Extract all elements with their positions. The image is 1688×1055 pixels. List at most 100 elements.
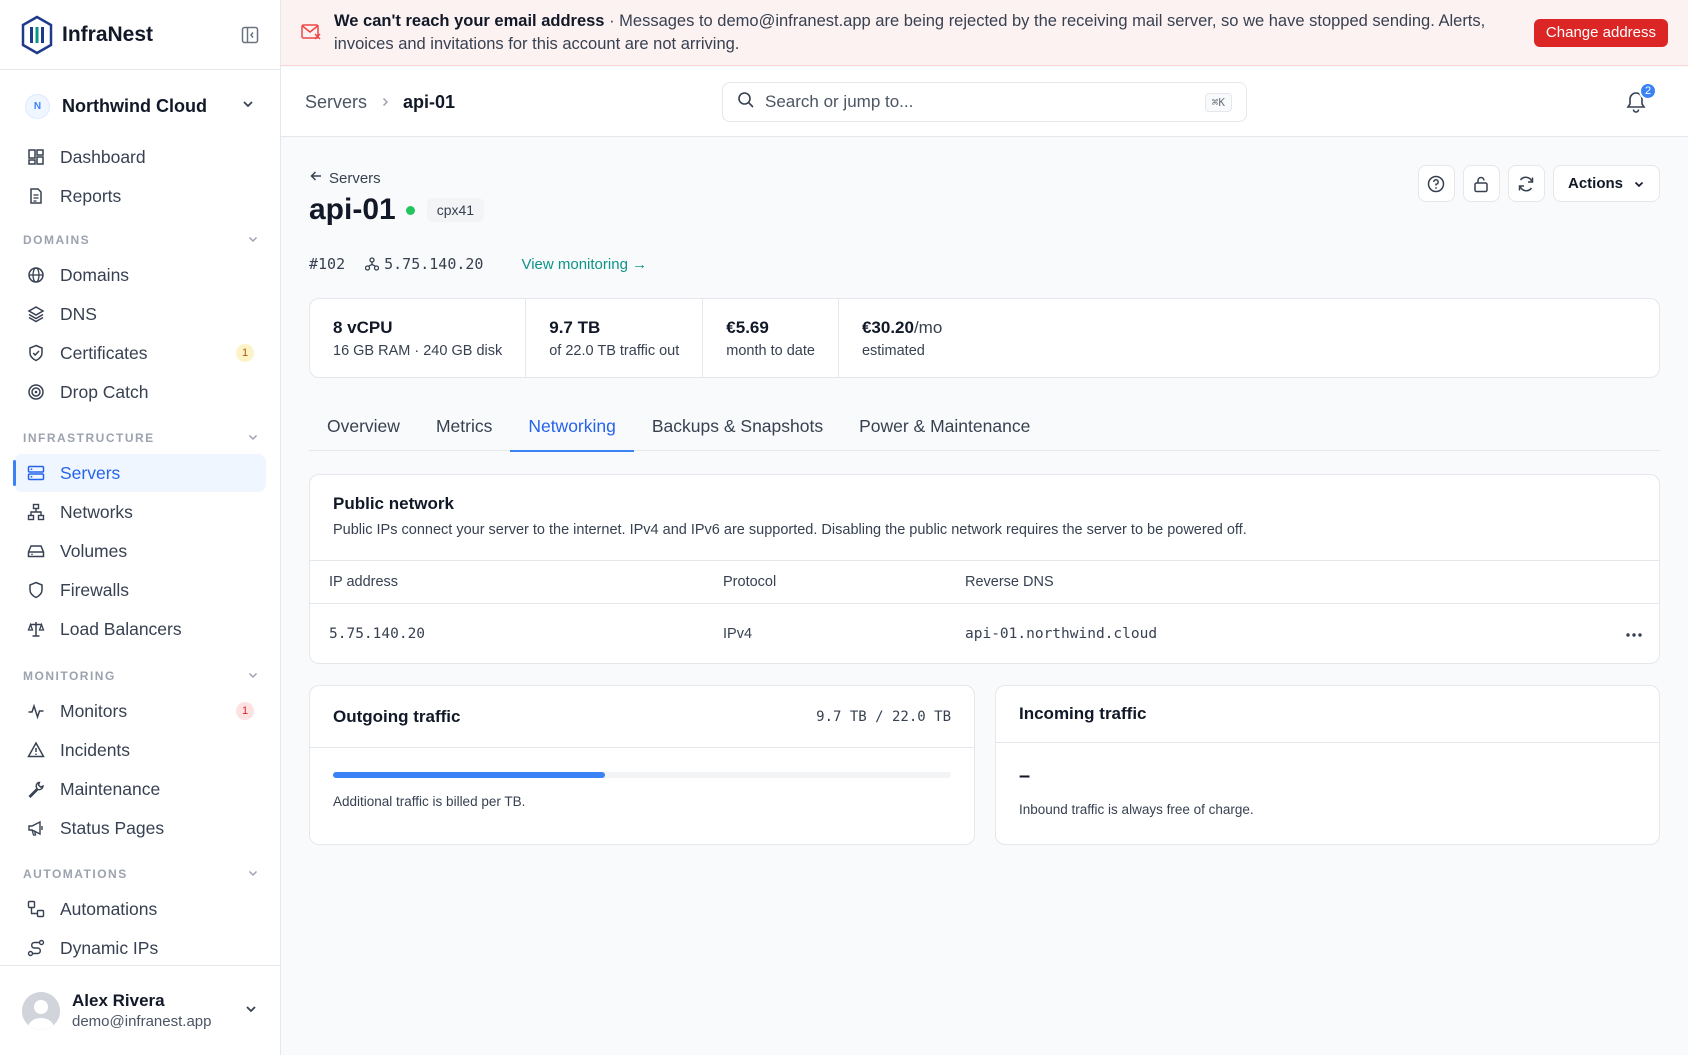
traffic-progress-bar <box>333 772 951 778</box>
app-name: InfraNest <box>62 22 154 46</box>
card-title: Outgoing traffic <box>333 706 461 726</box>
tab-overview[interactable]: Overview <box>309 401 418 451</box>
collapse-sidebar-icon[interactable] <box>240 25 260 45</box>
sidebar-item-dashboard[interactable]: Dashboard <box>14 138 266 176</box>
card-note: Additional traffic is billed per TB. <box>333 794 526 809</box>
mail-error-icon <box>301 23 321 43</box>
change-address-button[interactable]: Change address <box>1533 18 1668 47</box>
section-label: INFRASTRUCTURE <box>23 431 155 445</box>
logo-icon <box>20 15 54 55</box>
layers-icon <box>26 304 46 324</box>
notifications-button[interactable]: 2 <box>1626 82 1657 113</box>
help-button[interactable] <box>1417 165 1455 202</box>
section-domains[interactable]: DOMAINS <box>23 230 259 250</box>
chevron-down-icon <box>247 431 259 446</box>
stats-strip: 8 vCPU 16 GB RAM · 240 GB disk 9.7 TB of… <box>309 298 1660 378</box>
shield-check-icon <box>26 343 46 363</box>
server-id: #102 <box>309 255 346 273</box>
stat-value: 8 vCPU <box>333 317 393 337</box>
sidebar-item-drop-catch[interactable]: Drop Catch <box>14 373 266 411</box>
arrow-right-icon: → <box>632 255 648 273</box>
tab-metrics[interactable]: Metrics <box>418 401 510 451</box>
stat-value: 9.7 TB <box>549 317 601 337</box>
incoming-traffic-card: Incoming traffic – Inbound traffic is al… <box>995 685 1660 845</box>
sidebar-item-label: Drop Catch <box>60 381 149 402</box>
chevron-down-icon <box>247 233 259 248</box>
sidebar-item-automations[interactable]: Automations <box>14 890 266 928</box>
banner-title: We can't reach your email address <box>334 11 605 30</box>
sidebar-item-servers[interactable]: Servers <box>13 454 266 492</box>
stat-value: €30.20 <box>861 317 914 337</box>
section-monitoring[interactable]: MONITORING <box>23 666 259 686</box>
sidebar-item-label: Status Pages <box>60 817 165 838</box>
sidebar-item-dns[interactable]: DNS <box>14 295 266 333</box>
sidebar-item-dynamic-ips[interactable]: Dynamic IPs <box>14 929 266 967</box>
sidebar-item-label: Volumes <box>60 540 128 561</box>
sidebar-item-monitors[interactable]: Monitors 1 <box>14 692 266 730</box>
column-header: Protocol <box>723 574 777 590</box>
actions-label: Actions <box>1567 175 1623 192</box>
sidebar-item-label: Maintenance <box>60 778 161 799</box>
target-icon <box>26 382 46 402</box>
wrench-icon <box>26 779 46 799</box>
stat-label: estimated <box>861 342 925 359</box>
sidebar-item-label: Reports <box>60 185 122 206</box>
chevron-right-icon <box>379 92 391 113</box>
actions-dropdown[interactable]: Actions <box>1552 165 1660 202</box>
ip-value: 5.75.140.20 <box>384 255 484 273</box>
sidebar-item-label: Firewalls <box>60 579 130 600</box>
scale-icon <box>26 619 46 639</box>
sidebar-item-incidents[interactable]: Incidents <box>14 731 266 769</box>
user-menu[interactable]: Alex Rivera demo@infranest.app <box>0 965 280 1055</box>
shield-icon <box>26 580 46 600</box>
sidebar-item-load-balancers[interactable]: Load Balancers <box>14 610 266 648</box>
card-note: Inbound traffic is always free of charge… <box>1019 802 1254 817</box>
org-name: Northwind Cloud <box>62 95 207 116</box>
sidebar-item-label: Domains <box>60 264 130 285</box>
sidebar: InfraNest N Northwind Cloud Dashboard Re… <box>0 0 281 1055</box>
card-title: Incoming traffic <box>1019 704 1147 723</box>
stat-label: 16 GB RAM · 240 GB disk <box>333 342 503 359</box>
section-automations[interactable]: AUTOMATIONS <box>23 864 259 884</box>
back-link[interactable]: Servers <box>309 169 381 187</box>
org-avatar: N <box>25 93 50 119</box>
column-header: Reverse DNS <box>965 574 1054 590</box>
megaphone-icon <box>26 818 46 838</box>
sidebar-item-networks[interactable]: Networks <box>14 493 266 531</box>
section-label: AUTOMATIONS <box>23 867 128 881</box>
plan-badge: cpx41 <box>426 198 485 222</box>
tab-bar: Overview Metrics Networking Backups & Sn… <box>309 401 1660 452</box>
refresh-button[interactable] <box>1507 165 1545 202</box>
sidebar-item-firewalls[interactable]: Firewalls <box>14 571 266 609</box>
view-monitoring-link[interactable]: View monitoring → <box>521 256 647 273</box>
stat-cost-to-date: €5.69 month to date <box>703 299 839 377</box>
sidebar-item-certificates[interactable]: Certificates 1 <box>14 334 266 372</box>
tab-backups-snapshots[interactable]: Backups & Snapshots <box>634 401 841 451</box>
sidebar-item-domains[interactable]: Domains <box>14 256 266 294</box>
sidebar-item-reports[interactable]: Reports <box>14 177 266 215</box>
traffic-value: – <box>1019 765 1031 787</box>
sidebar-item-volumes[interactable]: Volumes <box>14 532 266 570</box>
search-input[interactable]: Search or jump to... ⌘K <box>722 82 1247 122</box>
breadcrumb-servers[interactable]: Servers <box>305 92 367 113</box>
section-infrastructure[interactable]: INFRASTRUCTURE <box>23 428 259 448</box>
sidebar-item-label: Certificates <box>60 342 148 363</box>
network-icon <box>26 502 46 522</box>
sidebar-item-label: Networks <box>60 501 133 522</box>
sidebar-item-maintenance[interactable]: Maintenance <box>14 770 266 808</box>
search-icon <box>737 91 755 113</box>
search-placeholder: Search or jump to... <box>765 92 914 111</box>
dashboard-icon <box>26 147 46 167</box>
tab-power-maintenance[interactable]: Power & Maintenance <box>841 401 1048 451</box>
drive-icon <box>26 541 46 561</box>
lock-button[interactable] <box>1462 165 1500 202</box>
stat-label: month to date <box>726 342 815 359</box>
toolbar: Actions <box>1410 165 1660 202</box>
tab-networking[interactable]: Networking <box>510 401 634 452</box>
report-icon <box>26 186 46 206</box>
more-options-icon[interactable] <box>1625 626 1643 642</box>
bell-icon <box>1626 92 1646 117</box>
org-switcher[interactable]: N Northwind Cloud <box>0 70 280 142</box>
card-title: Public network <box>333 494 454 513</box>
sidebar-item-status-pages[interactable]: Status Pages <box>14 809 266 847</box>
